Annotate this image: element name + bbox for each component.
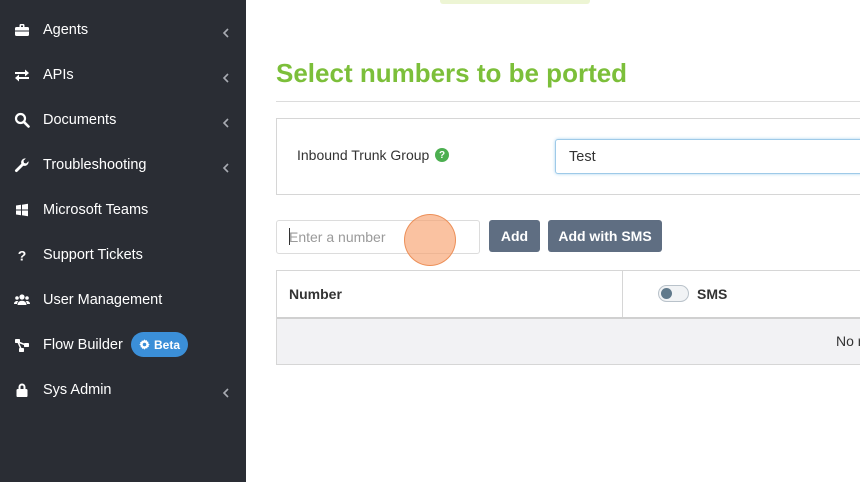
sidebar-item-sys-admin[interactable]: Sys Admin	[0, 367, 246, 412]
sidebar-item-label: User Management	[43, 291, 163, 308]
sidebar-item-label: Troubleshooting	[43, 156, 147, 173]
empty-table-message: No r	[836, 333, 860, 349]
sidebar-item-support-tickets[interactable]: ? Support Tickets	[0, 232, 246, 277]
sidebar-item-label: Flow Builder	[43, 336, 123, 353]
text-caret	[289, 228, 290, 245]
help-icon[interactable]: ?	[435, 148, 449, 162]
sidebar-item-microsoft-teams[interactable]: Microsoft Teams	[0, 187, 246, 232]
trunk-group-label: Inbound Trunk Group	[297, 147, 430, 163]
sidebar-item-label: APIs	[43, 66, 74, 83]
sidebar-item-apis[interactable]: APIs	[0, 52, 246, 97]
chevron-left-icon	[222, 25, 230, 38]
question-icon: ?	[14, 247, 30, 263]
sidebar-item-label: Agents	[43, 21, 89, 38]
lock-icon	[14, 382, 30, 398]
trunk-group-value: Test	[569, 148, 596, 165]
search-icon	[14, 112, 30, 128]
beta-badge-label: Beta	[154, 337, 181, 352]
add-button[interactable]: Add	[489, 220, 540, 252]
sidebar-item-troubleshooting[interactable]: Troubleshooting	[0, 142, 246, 187]
divider	[276, 101, 860, 102]
column-divider	[622, 271, 623, 318]
trunk-group-select[interactable]: Test	[555, 139, 860, 174]
chevron-left-icon	[222, 385, 230, 398]
faded-header-remnant	[440, 0, 590, 4]
click-indicator	[404, 214, 456, 266]
sidebar-item-label: Support Tickets	[43, 246, 143, 263]
column-header-number[interactable]: Number	[289, 286, 342, 302]
add-with-sms-button[interactable]: Add with SMS	[548, 220, 662, 252]
sms-toggle[interactable]	[658, 285, 689, 302]
wrench-icon	[14, 157, 30, 173]
svg-text:?: ?	[18, 247, 27, 263]
windows-icon	[14, 202, 30, 218]
beta-badge: Beta	[131, 332, 189, 357]
empty-table-row	[277, 319, 860, 364]
sidebar-item-agents[interactable]: Agents	[0, 7, 246, 52]
gear-icon	[139, 339, 150, 350]
sidebar-item-label: Sys Admin	[43, 381, 112, 398]
chevron-left-icon	[222, 160, 230, 173]
users-icon	[14, 292, 30, 308]
sidebar-item-documents[interactable]: Documents	[0, 97, 246, 142]
chevron-left-icon	[222, 70, 230, 83]
sidebar-item-user-management[interactable]: User Management	[0, 277, 246, 322]
briefcase-icon	[14, 22, 30, 38]
exchange-icon	[14, 67, 30, 83]
sidebar-item-label: Documents	[43, 111, 117, 128]
sidebar: Agents APIs Documents Troubleshooting Mi…	[0, 0, 246, 482]
sidebar-item-label: Microsoft Teams	[43, 201, 149, 218]
sidebar-item-flow-builder[interactable]: Flow Builder Beta	[0, 322, 246, 367]
toggle-knob	[661, 288, 672, 299]
page-title: Select numbers to be ported	[276, 58, 628, 88]
sitemap-icon	[14, 337, 30, 353]
chevron-left-icon	[222, 115, 230, 128]
column-header-sms: SMS	[697, 286, 728, 302]
